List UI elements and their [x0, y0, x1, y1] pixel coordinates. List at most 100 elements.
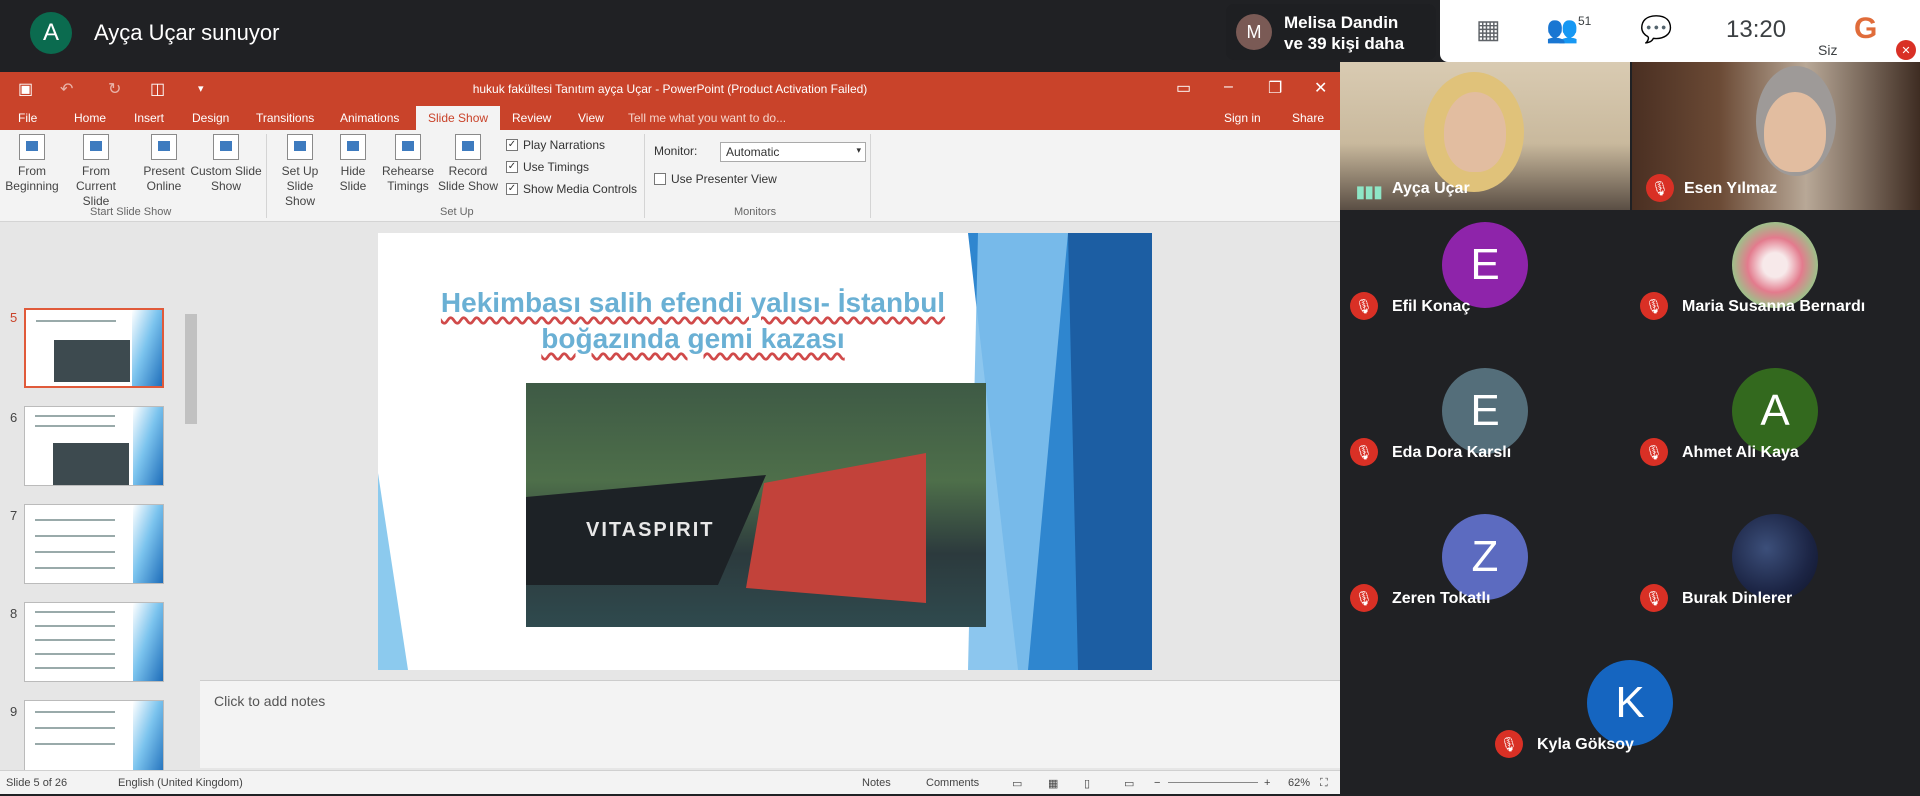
present-online-button[interactable]: Present Online — [138, 134, 190, 194]
from-current-slide-button[interactable]: From Current Slide — [62, 134, 130, 209]
slide-thumbnail[interactable] — [24, 700, 164, 780]
slide-thumbnail[interactable] — [24, 602, 164, 682]
sign-in-link[interactable]: Sign in — [1224, 111, 1261, 125]
close-icon[interactable]: ✕ — [1314, 78, 1327, 98]
speaking-indicator-icon: ▮▮▮ — [1356, 184, 1383, 201]
participant-name: Maria Susanna Bernardı — [1682, 298, 1866, 315]
ribbon-tabs: File Home Insert Design Transitions Anim… — [0, 106, 1340, 130]
participant-tile[interactable]: 🎙 Burak Dinlerer — [1630, 502, 1920, 648]
slide-thumbnail[interactable] — [24, 504, 164, 584]
setup-slide-show-button[interactable]: Set Up Slide Show — [272, 134, 328, 209]
chat-icon[interactable]: 💬 — [1640, 14, 1672, 45]
use-timings-checkbox[interactable]: ✓ Use Timings — [506, 160, 589, 174]
clock: 13:20 — [1726, 16, 1787, 43]
reading-view-icon[interactable]: ▯ — [1084, 777, 1090, 790]
tab-view[interactable]: View — [578, 111, 604, 125]
zoom-level[interactable]: 62% — [1288, 777, 1310, 789]
tab-insert[interactable]: Insert — [134, 111, 164, 125]
ribbon-display-icon[interactable]: ▭ — [1176, 78, 1191, 98]
participant-face — [1764, 92, 1826, 172]
use-timings-label: Use Timings — [523, 160, 590, 174]
rehearse-label: Rehearse Timings — [381, 164, 435, 193]
meet-controls: ▦ 👥 51 💬 13:20 Siz G ✕ — [1440, 0, 1920, 62]
normal-view-icon[interactable]: ▭ — [1012, 777, 1022, 790]
people-icon[interactable]: 👥 — [1546, 14, 1578, 45]
tab-file[interactable]: File — [18, 111, 37, 125]
video-tile-ayca[interactable]: ▮▮▮ Ayça Uçar — [1340, 62, 1630, 210]
tab-animations[interactable]: Animations — [340, 111, 399, 125]
slideshow-view-icon[interactable]: ▭ — [1124, 777, 1134, 790]
participant-avatar-photo — [1732, 222, 1818, 308]
video-tile-esen[interactable]: 🎙 Esen Yılmaz — [1632, 62, 1920, 210]
mic-off-icon: 🎙 — [1640, 438, 1668, 466]
setup-show-label: Set Up Slide Show — [281, 164, 319, 208]
rehearse-timings-button[interactable]: Rehearse Timings — [380, 134, 436, 194]
participant-tile[interactable]: E 🎙 Eda Dora Karslı — [1340, 356, 1630, 502]
share-button[interactable]: Share — [1292, 111, 1324, 125]
ribbon-separator — [870, 134, 871, 218]
tab-home[interactable]: Home — [74, 111, 106, 125]
notification-avatar: M — [1236, 14, 1272, 50]
rehearse-icon — [395, 134, 421, 160]
thumb-number: 8 — [10, 606, 18, 621]
slide-thumbnail[interactable] — [24, 406, 164, 486]
mic-off-icon: 🎙 — [1640, 584, 1668, 612]
zoom-in-icon[interactable]: + — [1264, 777, 1270, 789]
thumb-number: 6 — [10, 410, 18, 425]
hide-slide-label: Hide Slide — [339, 164, 367, 193]
group-monitors: Monitors — [734, 206, 777, 218]
fit-slide-icon[interactable]: ⛶ — [1320, 777, 1328, 790]
minimize-icon[interactable]: – — [1224, 78, 1233, 96]
thumbnails-scrollbar[interactable] — [184, 222, 198, 770]
media-controls-label: Show Media Controls — [523, 182, 638, 196]
restore-icon[interactable]: ❐ — [1268, 78, 1282, 98]
custom-show-label: Custom Slide Show — [190, 164, 262, 193]
participant-tile[interactable]: A 🎙 Ahmet Ali Kaya — [1630, 356, 1920, 502]
mic-off-icon: 🎙 — [1495, 730, 1523, 758]
tab-slide-show[interactable]: Slide Show — [416, 106, 501, 130]
monitor-label-text: Monitor: — [654, 144, 698, 158]
from-beginning-icon — [19, 134, 45, 160]
slide-thumbnail[interactable] — [24, 308, 164, 388]
participant-tile[interactable]: E 🎙 Efil Konaç — [1340, 210, 1630, 356]
join-notification[interactable]: M Melisa Dandin ve 39 kişi daha — [1226, 4, 1436, 60]
play-narrations-checkbox[interactable]: ✓ Play Narrations — [506, 138, 605, 152]
meet-top-bar: A Ayça Uçar sunuyor M Melisa Dandin ve 3… — [0, 0, 1920, 62]
zoom-out-icon[interactable]: − — [1154, 777, 1160, 789]
grid-off-icon[interactable]: ▦ — [1476, 14, 1501, 45]
participant-name: Ahmet Ali Kaya — [1682, 444, 1799, 461]
present-online-icon — [151, 134, 177, 160]
tab-transitions[interactable]: Transitions — [256, 111, 314, 125]
participant-avatar: E — [1442, 368, 1528, 454]
monitor-select[interactable]: Automatic ▾ — [720, 142, 866, 162]
tab-design[interactable]: Design — [192, 111, 229, 125]
presenter-view-checkbox[interactable]: Use Presenter View — [654, 172, 777, 186]
tab-review[interactable]: Review — [512, 111, 551, 125]
slide-canvas[interactable]: Hekimbası salih efendi yalısı- İstanbul … — [378, 233, 1152, 670]
notes-pane[interactable]: Click to add notes — [200, 680, 1340, 768]
custom-slide-show-button[interactable]: Custom Slide Show — [190, 134, 262, 194]
zoom-slider[interactable] — [1168, 782, 1258, 783]
participant-tile[interactable]: 🎙 Maria Susanna Bernardı — [1630, 210, 1920, 356]
from-beginning-button[interactable]: From Beginning — [4, 134, 60, 194]
hide-slide-button[interactable]: Hide Slide — [334, 134, 372, 194]
record-slide-show-button[interactable]: Record Slide Show — [436, 134, 500, 194]
ship-accident-photo[interactable]: VITASPIRIT — [526, 383, 986, 627]
thumb-number: 9 — [10, 704, 18, 719]
comments-button[interactable]: Comments — [926, 777, 979, 789]
participant-tile[interactable]: Z 🎙 Zeren Tokatlı — [1340, 502, 1630, 648]
slide-sorter-icon[interactable]: ▦ — [1048, 777, 1058, 790]
tell-me-search[interactable]: Tell me what you want to do... — [628, 111, 786, 125]
show-media-controls-checkbox[interactable]: ✓ Show Media Controls — [506, 182, 637, 196]
self-mic-off-icon: ✕ — [1896, 40, 1916, 60]
participant-face — [1444, 92, 1506, 172]
scrollbar-thumb[interactable] — [185, 314, 197, 424]
slide-title[interactable]: Hekimbası salih efendi yalısı- İstanbul … — [438, 285, 948, 357]
participant-tile[interactable]: K 🎙 Kyla Göksoy — [1485, 648, 1775, 794]
notification-line2: ve 39 kişi daha — [1284, 34, 1405, 53]
notes-button[interactable]: Notes — [862, 777, 891, 789]
language-label[interactable]: English (United Kingdom) — [118, 777, 243, 789]
presenting-label: Ayça Uçar sunuyor — [94, 20, 280, 45]
mic-off-icon: 🎙 — [1640, 292, 1668, 320]
mic-off-icon: 🎙 — [1350, 438, 1378, 466]
